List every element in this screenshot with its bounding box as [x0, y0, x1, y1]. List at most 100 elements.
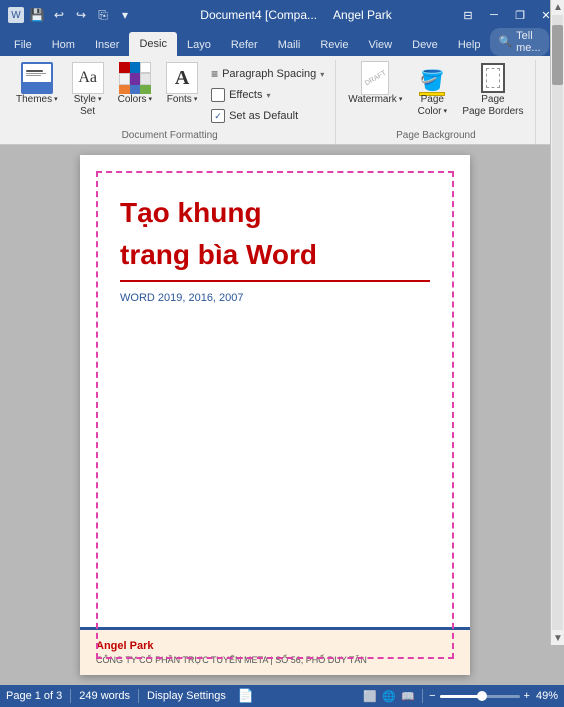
undo-qs-button[interactable]: ↩	[50, 6, 68, 24]
document-formatting-label: Document Formatting	[10, 128, 329, 144]
colors-button[interactable]: Colors ▾	[112, 60, 158, 108]
fonts-icon: A	[166, 62, 198, 94]
effects-check	[211, 88, 225, 102]
fonts-button[interactable]: A Fonts ▾	[160, 60, 204, 108]
page-title-underline	[120, 280, 430, 282]
style-set-label2: Set	[80, 106, 95, 118]
word-icon: W	[8, 7, 24, 23]
page-borders-icon	[477, 62, 509, 94]
paragraph-spacing-arrow: ▾	[320, 70, 324, 79]
paragraph-spacing-label: Paragraph Spacing	[222, 68, 316, 80]
footer-company: CÔNG TY CỔ PHẦN TRỰC TUYẾN META | SỐ 56,…	[96, 655, 454, 665]
themes-label: Themes ▾	[16, 94, 58, 106]
title-bar-left: W 💾 ↩ ↪ ⎘ ▾	[8, 6, 134, 24]
zoom-track[interactable]	[440, 695, 520, 698]
watermark-button[interactable]: DRAFT Watermark ▾	[342, 60, 408, 108]
tell-me-label: Tell me...	[516, 30, 540, 54]
paint-bucket-icon: 🪣	[420, 71, 445, 91]
scroll-down-button[interactable]: ▼	[551, 631, 564, 645]
set-as-default-button[interactable]: ✓ Set as Default	[206, 106, 329, 126]
page-borders-label-line2: Page Borders	[462, 106, 523, 118]
page-info: Page 1 of 3	[6, 690, 62, 702]
document-formatting-content: Themes ▾ Aa Style ▾ Set	[10, 60, 329, 128]
status-bar: Page 1 of 3 249 words Display Settings 📄…	[0, 685, 564, 707]
page-color-label-line2: Color ▾	[418, 106, 447, 118]
view-icons: ⬜ 🌐 📖	[362, 689, 416, 703]
page-title-line2: trang bìa Word	[120, 237, 430, 273]
clone-qs-button[interactable]: ⎘	[94, 6, 112, 24]
tab-help[interactable]: Help	[448, 34, 491, 56]
style-set-button[interactable]: Aa Style ▾ Set	[66, 60, 110, 120]
status-bar-right: ⬜ 🌐 📖 − + 49%	[362, 689, 558, 703]
restore-button[interactable]: ❐	[510, 5, 530, 25]
word-count: 249 words	[79, 690, 130, 702]
tab-design[interactable]: Desic	[129, 32, 177, 56]
colors-icon	[119, 62, 151, 94]
vertical-scrollbar[interactable]: ▲ ▼	[550, 0, 564, 645]
tab-view[interactable]: View	[358, 34, 402, 56]
title-bar-right: ⊟ ─ ❐ ✕	[458, 5, 556, 25]
themes-button[interactable]: Themes ▾	[10, 60, 64, 108]
save-qs-button[interactable]: 💾	[28, 6, 46, 24]
page-borders-button[interactable]: Page Page Borders	[456, 60, 529, 120]
display-settings-button[interactable]: Display Settings	[147, 690, 226, 702]
zoom-slider[interactable]: − +	[429, 690, 530, 702]
redo-qs-button[interactable]: ↪	[72, 6, 90, 24]
zoom-in-button[interactable]: +	[524, 690, 530, 702]
zoom-out-button[interactable]: −	[429, 690, 435, 702]
doc-icon: 📄	[238, 688, 254, 704]
tab-home[interactable]: Hom	[42, 34, 85, 56]
zoom-fill	[440, 695, 479, 698]
fonts-label: Fonts ▾	[167, 94, 198, 106]
formatting-stack: ≡ Paragraph Spacing ▾ Effects ▾ ✓ Set as…	[206, 60, 329, 126]
set-as-default-label: Set as Default	[229, 110, 298, 122]
footer-name: Angel Park	[96, 640, 454, 652]
page-title-line1: Tạo khung	[120, 195, 430, 231]
status-sep-3	[422, 689, 423, 703]
ribbon-tab-bar: File Hom Inser Desic Layo Refer Maili Re…	[0, 30, 564, 56]
document-title: Document4 [Compa...	[200, 8, 317, 22]
minimize-button[interactable]: ─	[484, 5, 504, 25]
effects-label: Effects	[229, 89, 262, 101]
tab-mailings[interactable]: Maili	[268, 34, 311, 56]
tab-references[interactable]: Refer	[221, 34, 268, 56]
tab-developer[interactable]: Deve	[402, 34, 448, 56]
web-view-button[interactable]: 🌐	[381, 689, 397, 703]
tab-insert[interactable]: Inser	[85, 34, 129, 56]
tell-me-input[interactable]: 🔍 Tell me...	[490, 28, 548, 56]
status-sep-2	[138, 689, 139, 703]
page-wrapper: Tạo khung trang bìa Word WORD 2019, 2016…	[0, 145, 564, 685]
read-view-button[interactable]: 📖	[400, 689, 416, 703]
qs-dropdown-button[interactable]: ▾	[116, 6, 134, 24]
search-icon: 🔍	[498, 35, 512, 48]
user-name: Angel Park	[333, 8, 392, 22]
ribbon: Themes ▾ Aa Style ▾ Set	[0, 56, 564, 145]
page-color-icon: 🪣	[416, 62, 448, 94]
themes-icon	[21, 62, 53, 94]
page-subtitle: WORD 2019, 2016, 2007	[120, 292, 430, 304]
zoom-thumb[interactable]	[477, 691, 487, 701]
page-borders-label-line1: Page	[481, 94, 504, 106]
paragraph-spacing-button[interactable]: ≡ Paragraph Spacing ▾	[206, 64, 329, 84]
document-container: Tạo khung trang bìa Word WORD 2019, 2016…	[0, 145, 564, 685]
document-formatting-group: Themes ▾ Aa Style ▾ Set	[4, 60, 336, 144]
page-content: Tạo khung trang bìa Word WORD 2019, 2016…	[80, 155, 470, 627]
title-bar-center: Document4 [Compa... Angel Park	[134, 8, 458, 22]
page-footer: Angel Park CÔNG TY CỔ PHẦN TRỰC TUYẾN ME…	[80, 627, 470, 675]
tab-review[interactable]: Revie	[310, 34, 358, 56]
page-color-button[interactable]: 🪣 Page Color ▾	[410, 60, 454, 120]
document-page: Tạo khung trang bìa Word WORD 2019, 2016…	[80, 155, 470, 675]
scroll-up-button[interactable]: ▲	[551, 0, 564, 14]
scroll-track[interactable]	[552, 15, 563, 630]
tab-layout[interactable]: Layo	[177, 34, 221, 56]
effects-button[interactable]: Effects ▾	[206, 85, 329, 105]
watermark-label: Watermark ▾	[348, 94, 402, 106]
scroll-thumb[interactable]	[552, 25, 563, 85]
ribbon-toggle-icon[interactable]: ⊟	[458, 5, 478, 25]
tab-file[interactable]: File	[4, 34, 42, 56]
status-bar-left: Page 1 of 3 249 words Display Settings 📄	[6, 688, 354, 704]
watermark-icon: DRAFT	[359, 62, 391, 94]
effects-arrow: ▾	[267, 91, 271, 100]
print-layout-view-button[interactable]: ⬜	[362, 689, 378, 703]
page-background-group: DRAFT Watermark ▾ 🪣 Page Col	[336, 60, 536, 144]
